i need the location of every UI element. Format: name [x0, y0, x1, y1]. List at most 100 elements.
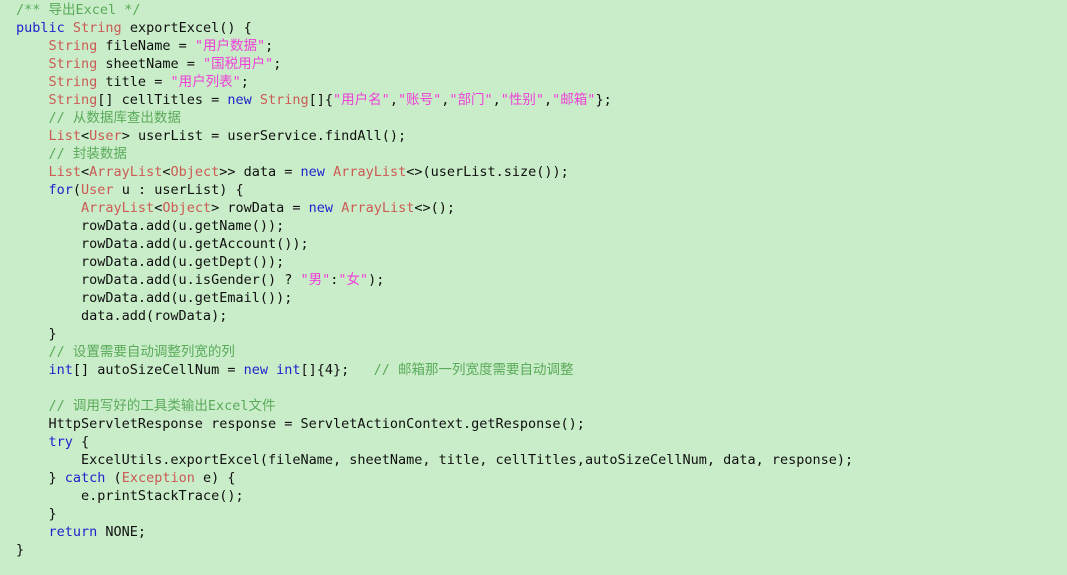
code-token-typ: ArrayList — [81, 200, 155, 216]
code-token-cmt: // 设置需要自动调整列宽的列 — [48, 344, 235, 360]
code-token-pln: , — [544, 92, 553, 108]
code-token-pln: ExcelUtils.exportExcel(fileName, sheetNa… — [16, 452, 854, 468]
code-token-pln: > userList = userService.findAll(); — [121, 128, 407, 144]
code-token-str: "用户数据" — [194, 38, 266, 54]
code-line: try { — [16, 433, 1067, 451]
code-token-str: "用户列表" — [170, 74, 241, 90]
code-token-pln: >> data = — [219, 164, 301, 180]
code-line: ExcelUtils.exportExcel(fileName, sheetNa… — [16, 451, 1067, 469]
code-token-str: "账号" — [397, 92, 442, 108]
code-token-typ: User — [81, 182, 114, 198]
code-line: e.printStackTrace(); — [16, 487, 1067, 505]
code-line: // 从数据库查出数据 — [16, 109, 1067, 127]
code-token-pln: <>(userList.size()); — [406, 164, 569, 180]
code-token-pln: ( — [105, 470, 122, 486]
code-line: // 封装数据 — [16, 145, 1067, 163]
code-token-pln: > rowData = — [211, 200, 309, 216]
code-token-pln — [252, 92, 260, 108]
code-token-pln — [333, 200, 341, 216]
code-token-pln: } — [16, 326, 57, 342]
code-token-pln: e.printStackTrace(); — [16, 488, 244, 504]
code-token-pln: u : userList) { — [113, 182, 244, 198]
code-line: int[] autoSizeCellNum = new int[]{4}; //… — [16, 361, 1067, 379]
code-token-pln: } — [16, 542, 25, 558]
code-token-str: "女" — [338, 272, 369, 288]
code-token-pln: ; — [273, 56, 282, 72]
code-token-cmt: // 从数据库查出数据 — [48, 110, 181, 126]
code-line: rowData.add(u.getAccount()); — [16, 235, 1067, 253]
code-token-pln — [16, 38, 49, 54]
code-token-pln — [16, 92, 49, 108]
code-token-pln: rowData.add(u.isGender() ? — [16, 272, 301, 288]
code-token-kw: for — [48, 182, 73, 198]
code-line: String fileName = "用户数据"; — [16, 37, 1067, 55]
code-token-pln — [16, 56, 49, 72]
code-line: rowData.add(u.getEmail()); — [16, 289, 1067, 307]
code-token-pln: HttpServletResponse response = ServletAc… — [16, 416, 585, 432]
code-token-pln — [16, 524, 49, 540]
code-token-str: "邮箱" — [552, 92, 596, 108]
code-token-str: "性别" — [500, 92, 545, 108]
code-line: HttpServletResponse response = ServletAc… — [16, 415, 1067, 433]
code-editor-content[interactable]: /** 导出Excel */public String exportExcel(… — [0, 0, 1067, 559]
code-line: for(User u : userList) { — [16, 181, 1067, 199]
code-token-pln — [16, 200, 81, 216]
code-token-pln: exportExcel() { — [121, 20, 252, 36]
code-token-pln: rowData.add(u.getName()); — [16, 218, 285, 234]
code-token-pln: []{4}; — [300, 362, 374, 378]
code-token-kw: new — [300, 164, 325, 180]
code-token-typ: User — [89, 128, 122, 144]
code-token-pln — [65, 20, 73, 36]
code-line: // 调用写好的工具类输出Excel文件 — [16, 397, 1067, 415]
code-token-pln: data.add(rowData); — [16, 308, 228, 324]
code-token-kw: new — [308, 200, 334, 216]
code-token-pln: } — [16, 506, 57, 522]
code-token-pln — [325, 164, 333, 180]
code-token-pln — [16, 398, 49, 414]
code-token-pln — [16, 74, 49, 90]
code-line: } — [16, 541, 1067, 559]
code-token-pln: < — [81, 164, 90, 180]
code-token-pln — [16, 182, 49, 198]
code-token-pln: < — [81, 128, 90, 144]
code-line: ArrayList<Object> rowData = new ArrayLis… — [16, 199, 1067, 217]
code-token-pln: title = — [97, 74, 171, 90]
code-token-pln: rowData.add(u.getAccount()); — [16, 236, 309, 252]
code-token-pln — [16, 110, 49, 126]
code-token-pln: } — [16, 470, 65, 486]
code-token-pln: ; — [240, 74, 249, 90]
code-line: List<User> userList = userService.findAl… — [16, 127, 1067, 145]
code-token-pln: <>(); — [414, 200, 455, 216]
code-line: } — [16, 325, 1067, 343]
code-token-pln: ; — [265, 38, 274, 54]
code-line: // 设置需要自动调整列宽的列 — [16, 343, 1067, 361]
code-token-typ: String — [72, 20, 122, 36]
code-token-pln: sheetName = — [97, 56, 203, 72]
code-token-kw: try — [48, 434, 73, 450]
code-line: rowData.add(u.getName()); — [16, 217, 1067, 235]
code-token-kw: public — [16, 20, 65, 36]
code-token-typ: ArrayList — [89, 164, 163, 180]
code-token-pln: []{ — [308, 92, 334, 108]
code-token-typ: String — [48, 92, 98, 108]
code-token-pln — [16, 164, 49, 180]
code-token-typ: String — [48, 38, 98, 54]
code-token-cmt: // 封装数据 — [48, 146, 127, 162]
code-line: public String exportExcel() { — [16, 19, 1067, 37]
code-token-kw: int — [48, 362, 73, 378]
code-token-pln: }; — [595, 92, 612, 108]
code-line: String[] cellTitles = new String[]{"用户名"… — [16, 91, 1067, 109]
code-line: String title = "用户列表"; — [16, 73, 1067, 91]
code-line: } catch (Exception e) { — [16, 469, 1067, 487]
code-token-kw: new — [227, 92, 252, 108]
code-token-str: "用户名" — [333, 92, 390, 108]
code-token-str: "部门" — [449, 92, 493, 108]
code-token-pln: rowData.add(u.getDept()); — [16, 254, 285, 270]
code-token-typ: Object — [162, 200, 212, 216]
code-token-pln: [] cellTitles = — [97, 92, 228, 108]
code-token-pln: [] autoSizeCellNum = — [72, 362, 244, 378]
code-token-str: "国税用户" — [202, 56, 274, 72]
code-token-kw: int — [276, 362, 301, 378]
code-token-typ: ArrayList — [333, 164, 407, 180]
